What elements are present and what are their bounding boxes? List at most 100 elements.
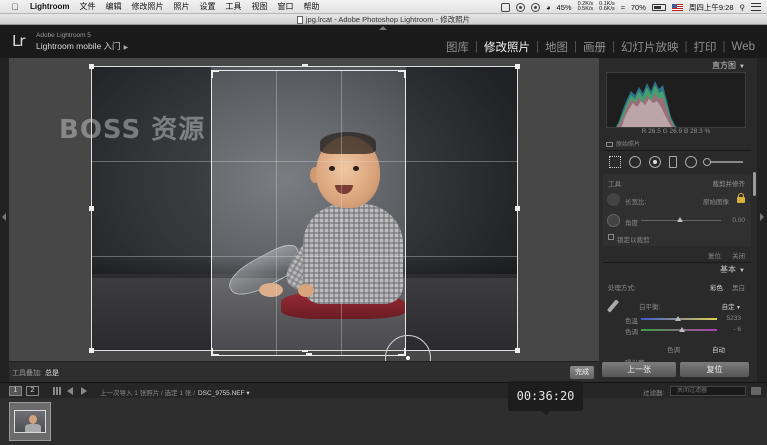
module-web[interactable]: Web (726, 41, 761, 53)
left-panel-collapsed[interactable] (0, 58, 9, 382)
temp-slider-thumb[interactable] (675, 316, 681, 321)
spot-removal-icon[interactable] (629, 156, 641, 168)
record-icon[interactable] (516, 2, 526, 12)
apple-icon[interactable]:  (8, 2, 22, 12)
menu-develop[interactable]: 修改照片 (132, 1, 164, 12)
video-timestamp: 00:36:20 (516, 389, 575, 403)
crop-close-button[interactable]: 关闭 (732, 250, 745, 260)
crop-handle-outer[interactable] (89, 64, 94, 69)
temp-value[interactable]: 5233 (727, 315, 741, 322)
menu-settings[interactable]: 设置 (200, 1, 216, 12)
crop-handle-outer[interactable] (89, 206, 94, 211)
photo-canvas[interactable]: BOSS 资源 ⌞ (9, 58, 599, 361)
back-arrow-icon[interactable] (67, 387, 73, 395)
crop-tool-icon[interactable] (609, 156, 621, 168)
white-balance-select[interactable]: 自定 ▼ (722, 301, 741, 311)
sync-icon[interactable] (531, 2, 541, 12)
crop-handle-outer[interactable] (515, 64, 520, 69)
radial-filter-icon[interactable] (685, 156, 697, 168)
right-panel-toggle-icon[interactable] (760, 213, 764, 221)
red-eye-icon[interactable] (649, 156, 661, 168)
filmstrip-source[interactable]: 上一次导入 1 张照片 / 选定 1 张 / DSC_9755.NEF ▾ (100, 387, 250, 397)
filmstrip (0, 398, 767, 445)
right-panel-scrollbar[interactable] (753, 172, 756, 196)
identity-plate[interactable]: Lightroom mobile 入门 ▶ (36, 40, 128, 52)
cpu-battery-icon[interactable]: ◕ (546, 3, 551, 12)
input-source-flag-icon[interactable] (671, 3, 683, 11)
reset-button[interactable]: 复位 (680, 362, 749, 377)
tool-overlay-value[interactable]: 总是 (45, 370, 59, 377)
treatment-color-option[interactable]: 彩色 (710, 282, 723, 292)
histogram-header[interactable]: 直方图 ▼ (601, 60, 753, 71)
previous-button[interactable]: 上一张 (602, 362, 676, 377)
filmstrip-filename[interactable]: DSC_9755.NEF ▾ (198, 390, 250, 397)
crop-handle-outer[interactable] (302, 64, 308, 66)
menu-window[interactable]: 窗口 (278, 1, 294, 12)
crop-handle-outer[interactable] (515, 348, 520, 353)
top-panel-toggle-icon[interactable] (379, 26, 387, 30)
battery-icon[interactable] (651, 3, 666, 11)
show-original-toggle[interactable]: 原始照片 (606, 139, 640, 148)
module-book[interactable]: 画册 (577, 39, 612, 55)
tint-slider-thumb[interactable] (679, 327, 685, 332)
lock-icon[interactable] (737, 193, 745, 203)
histogram[interactable] (606, 72, 746, 128)
cursor-dot (406, 356, 410, 360)
crop-corner-handle[interactable] (211, 348, 219, 356)
module-print[interactable]: 打印 (688, 39, 723, 55)
crop-handle-outer[interactable] (515, 206, 520, 211)
filter-toggle-icon[interactable] (751, 387, 761, 395)
done-button[interactable]: 完成 (570, 366, 594, 379)
menu-file[interactable]: 文件 (80, 1, 96, 12)
constrain-checkbox[interactable] (608, 234, 614, 240)
graduated-filter-icon[interactable] (669, 156, 677, 168)
tool-overlay-label[interactable]: 工具叠加: 总是 (12, 368, 59, 378)
screen-record-icon[interactable] (501, 2, 511, 12)
module-map[interactable]: 地图 (539, 39, 574, 55)
crop-grid-line (91, 161, 518, 162)
straighten-tool-icon[interactable] (607, 214, 620, 227)
main-screen-button[interactable]: 1 (9, 386, 22, 396)
right-panel-edge[interactable] (757, 58, 767, 382)
filmstrip-thumbnail[interactable] (9, 402, 51, 441)
second-screen-button[interactable]: 2 (26, 386, 39, 396)
tool-strip (603, 152, 751, 172)
crop-reset-button[interactable]: 复位 (708, 250, 721, 260)
crop-corner-handle[interactable] (211, 70, 219, 78)
angle-value[interactable]: 0.00 (732, 217, 745, 224)
menu-view[interactable]: 视图 (252, 1, 268, 12)
wifi-icon[interactable]: ≈ (621, 3, 625, 12)
module-develop[interactable]: 修改照片 (478, 39, 536, 55)
auto-tone-button[interactable]: 自动 (712, 344, 725, 354)
module-library[interactable]: 图库 (440, 39, 475, 55)
basic-header[interactable]: 基本 ▼ (601, 264, 753, 275)
grid-view-icon[interactable] (53, 387, 62, 395)
left-panel-toggle-icon[interactable] (2, 213, 6, 221)
menu-help[interactable]: 帮助 (304, 1, 320, 12)
net-down-2: 0.6K/s (599, 6, 615, 12)
crop-handle-outer[interactable] (89, 348, 94, 353)
crop-rectangle[interactable] (211, 70, 406, 356)
aspect-value-select[interactable]: 原始图像 (703, 196, 729, 206)
angle-slider-thumb[interactable] (677, 217, 683, 222)
menu-tools[interactable]: 工具 (226, 1, 242, 12)
clock[interactable]: 周四上午9:28 (689, 2, 734, 13)
crop-corner-handle[interactable] (398, 70, 406, 78)
crop-edge-handle[interactable] (306, 353, 312, 355)
document-icon (296, 16, 303, 25)
adjustment-brush-icon[interactable] (703, 158, 743, 166)
module-slideshow[interactable]: 幻灯片放映 (615, 39, 685, 55)
menu-edit[interactable]: 编辑 (106, 1, 122, 12)
filter-select[interactable]: 关闭过滤器 (670, 386, 746, 396)
forward-arrow-icon[interactable] (81, 387, 87, 395)
menu-app-name[interactable]: Lightroom (30, 2, 70, 11)
spotlight-icon[interactable]: ⚲ (740, 3, 746, 12)
chevron-down-icon: ▼ (734, 305, 741, 311)
treatment-bw-option[interactable]: 黑白 (732, 282, 745, 292)
net-speed-1: 0.2K/s 0.5K/s (578, 1, 594, 12)
eyedropper-icon[interactable] (606, 299, 620, 313)
filmstrip-path: 上一次导入 1 张照片 / 选定 1 张 / (100, 390, 195, 397)
menu-photo[interactable]: 照片 (174, 1, 190, 12)
notification-center-icon[interactable] (751, 3, 761, 11)
tint-value[interactable]: - 6 (733, 326, 741, 333)
